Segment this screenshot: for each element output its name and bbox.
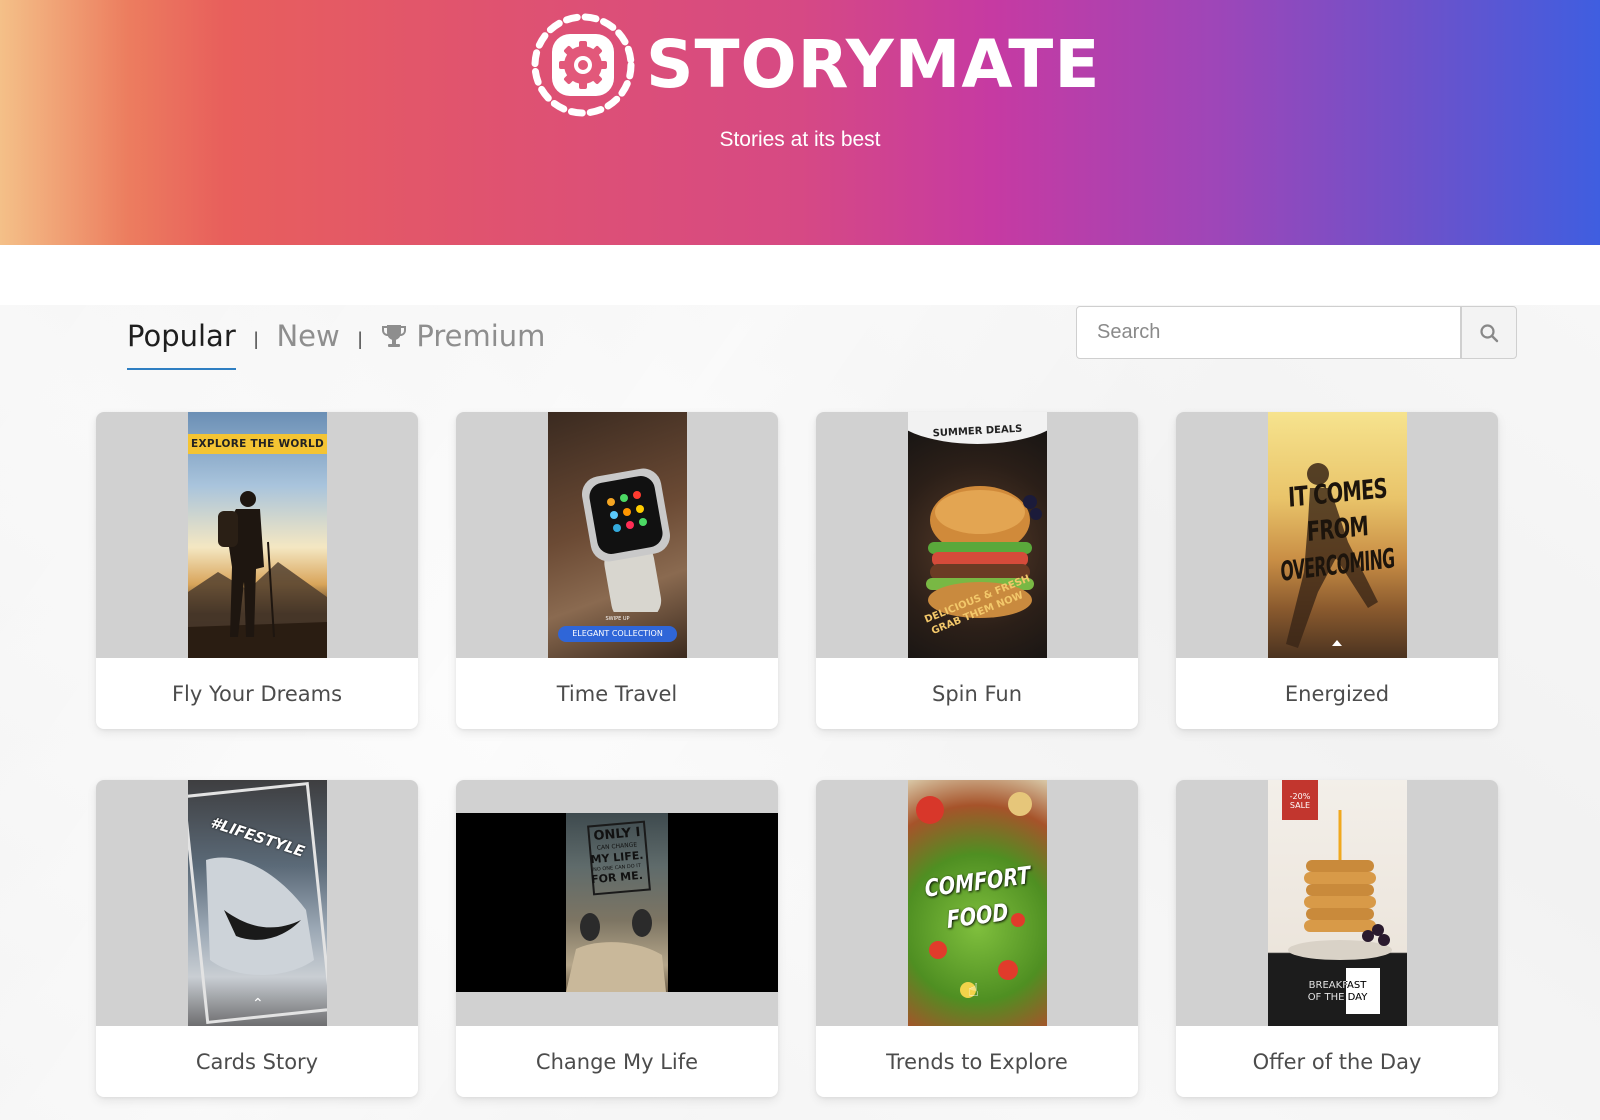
- tab-popular[interactable]: Popular: [127, 316, 236, 370]
- tab-premium-label: Premium: [416, 319, 546, 353]
- chevron-up-icon: ⌃: [252, 995, 264, 1011]
- story-card[interactable]: EXPLORE THE WORLD Fly Your Dreams: [96, 412, 418, 729]
- card-title: Spin Fun: [931, 681, 1023, 706]
- brand-tagline: Stories at its best: [719, 128, 881, 151]
- card-title: Fly Your Dreams: [171, 681, 343, 706]
- footer-card: [1346, 968, 1380, 1014]
- feet-icon: [566, 909, 666, 992]
- story-card[interactable]: COMFORT FOOD ☝ Trends to Explore: [816, 780, 1138, 1097]
- card-thumbnail: ONLY I CAN CHANGE MY LIFE. NO ONE CAN DO…: [456, 780, 778, 1026]
- search-icon: [1480, 323, 1499, 342]
- search-button[interactable]: [1461, 306, 1517, 359]
- poster-sneaker: #LIFESTYLE ⌃: [188, 780, 327, 1026]
- hiker-silhouette-icon: [218, 491, 275, 638]
- poster-burger: SUMMER DEALS DELICIOUS & FRESH GRAB THEM…: [908, 412, 1047, 658]
- poster-pancakes: -20% SALE BREAKFAST OF THE DAY: [1268, 780, 1407, 1026]
- search-input[interactable]: [1076, 306, 1461, 359]
- card-thumbnail: COMFORT FOOD ☝: [816, 780, 1138, 1026]
- card-thumbnail: #LIFESTYLE ⌃: [96, 780, 418, 1026]
- card-title: Energized: [1284, 681, 1390, 706]
- poster-runner: IT COMES FROM OVERCOMING: [1268, 412, 1407, 658]
- poster-hiker: EXPLORE THE WORLD: [188, 412, 327, 658]
- brand-logo[interactable]: STORYMATE: [528, 10, 1100, 120]
- tab-new[interactable]: New: [276, 316, 339, 356]
- card-title: Cards Story: [195, 1049, 319, 1074]
- storymate-logo-icon: [531, 13, 635, 117]
- story-card[interactable]: #LIFESTYLE ⌃ Cards Story: [96, 780, 418, 1097]
- poster-salad: COMFORT FOOD ☝: [908, 780, 1047, 1026]
- poster-feet-rocks: ONLY I CAN CHANGE MY LIFE. NO ONE CAN DO…: [566, 813, 668, 992]
- poster-ribbon-text: -20%: [1289, 792, 1311, 801]
- card-title: Time Travel: [556, 681, 678, 706]
- sneaker-icon: [206, 857, 314, 975]
- poster-banner-text: EXPLORE THE WORLD: [191, 438, 324, 450]
- brand-name: STORYMATE: [646, 26, 1101, 103]
- card-title: Offer of the Day: [1252, 1049, 1422, 1074]
- tab-premium[interactable]: Premium: [380, 316, 545, 356]
- card-thumbnail: EXPLORE THE WORLD: [96, 412, 418, 658]
- tab-separator: |: [253, 329, 259, 349]
- poster-small-text: SWIPE UP: [605, 616, 630, 622]
- card-thumbnail: SUMMER DEALS DELICIOUS & FRESH GRAB THEM…: [816, 412, 1138, 658]
- smartwatch-icon: [581, 468, 671, 612]
- story-card[interactable]: ONLY I CAN CHANGE MY LIFE. NO ONE CAN DO…: [456, 780, 778, 1097]
- hero-header: STORYMATE Stories at its best: [0, 0, 1600, 245]
- trophy-icon: [382, 325, 407, 347]
- poster-footer-text: BREAKFAST: [1308, 980, 1367, 991]
- story-card[interactable]: IT COMES FROM OVERCOMING Energized: [1176, 412, 1498, 729]
- card-thumbnail: IT COMES FROM OVERCOMING: [1176, 412, 1498, 658]
- category-tabs: Popular | New | Premium: [127, 310, 545, 370]
- story-card[interactable]: SWIPE UP ELEGANT COLLECTION Time Travel: [456, 412, 778, 729]
- card-title: Trends to Explore: [886, 1049, 1068, 1074]
- card-title: Change My Life: [535, 1049, 699, 1074]
- tab-separator: |: [357, 329, 363, 349]
- card-thumbnail: -20% SALE BREAKFAST OF THE DAY: [1176, 780, 1498, 1026]
- pancake-stack-icon: [1288, 810, 1392, 960]
- poster-badge: ELEGANT COLLECTION: [558, 626, 677, 642]
- card-thumbnail: SWIPE UP ELEGANT COLLECTION: [456, 412, 778, 658]
- poster-footer-text: OF THE DAY: [1307, 992, 1368, 1003]
- story-card[interactable]: SUMMER DEALS DELICIOUS & FRESH GRAB THEM…: [816, 412, 1138, 729]
- poster-ribbon-text: SALE: [1289, 801, 1311, 810]
- story-card[interactable]: -20% SALE BREAKFAST OF THE DAY Offer of …: [1176, 780, 1498, 1097]
- poster-smartwatch: SWIPE UP ELEGANT COLLECTION: [548, 412, 687, 658]
- tap-hand-icon: ☝: [968, 980, 979, 1000]
- swipe-up-icon: [1332, 640, 1342, 646]
